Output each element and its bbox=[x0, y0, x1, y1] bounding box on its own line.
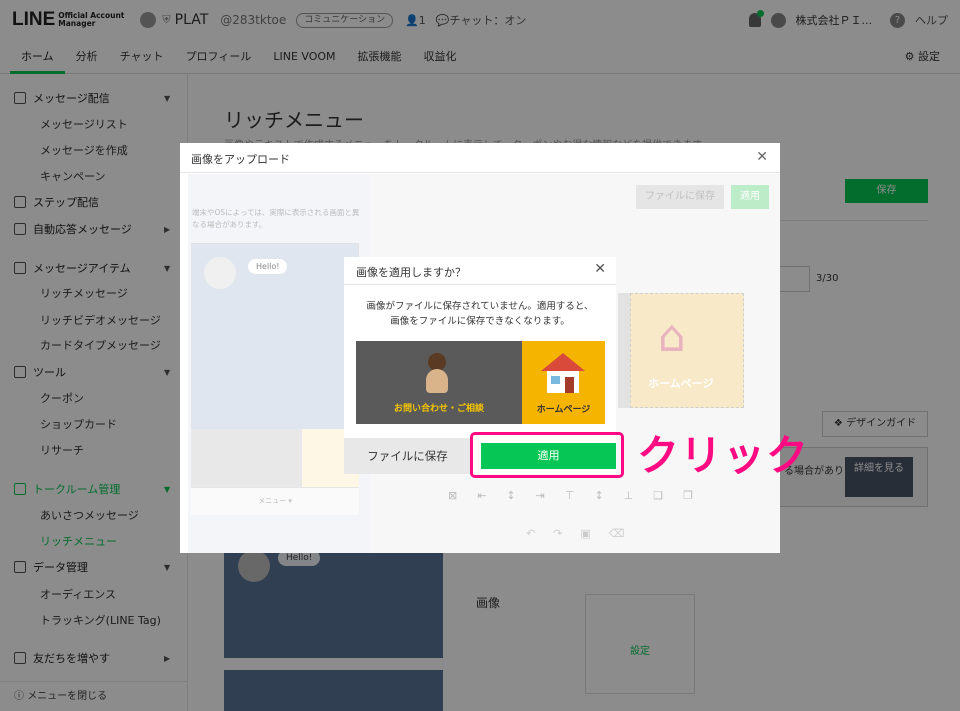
click-annotation-text: クリック bbox=[637, 431, 810, 480]
upload-preview-menu-caption[interactable]: メニュー ▾ bbox=[191, 487, 359, 515]
editor-history-toolbar[interactable]: ↶↷▣⌫ bbox=[526, 527, 642, 540]
homepage-label: ホームページ bbox=[536, 405, 591, 415]
upload-preview-avatar bbox=[204, 257, 236, 289]
house-icon bbox=[541, 353, 585, 393]
upload-modal-header: 画像をアップロード ✕ bbox=[180, 143, 780, 173]
close-icon[interactable]: ✕ bbox=[594, 261, 606, 277]
upload-preview-richmenu-left bbox=[191, 429, 302, 487]
editor-align-toolbar[interactable]: ⊠⇤↕⇥⊤↕⊥❏❐ bbox=[448, 489, 713, 502]
operator-body bbox=[426, 369, 448, 393]
upload-save-file-button[interactable]: ファイルに保存 bbox=[636, 185, 724, 209]
upload-preview-note: 端末やOSによっては、実際に表示される画面と異なる場合があります。 bbox=[192, 208, 360, 229]
confirm-title: 画像を適用しますか？ bbox=[356, 266, 466, 279]
house-door bbox=[565, 377, 574, 393]
house-roof bbox=[541, 353, 585, 371]
upload-preview-hello: Hello! bbox=[248, 259, 288, 274]
click-highlight-box bbox=[470, 432, 624, 478]
editor-canvas-label: ホームページ bbox=[648, 377, 714, 390]
inquiry-label: お問い合わせ・ご相談 bbox=[393, 404, 484, 414]
confirm-header: 画像を適用しますか？ ✕ bbox=[344, 257, 616, 285]
upload-modal-title: 画像をアップロード bbox=[191, 153, 290, 166]
house-icon: ⌂ bbox=[658, 311, 686, 362]
upload-apply-button[interactable]: 適用 bbox=[731, 185, 769, 209]
house-window bbox=[551, 376, 560, 384]
confirm-message: 画像がファイルに保存されていません。適用すると、 画像をファイルに保存できなくなり… bbox=[366, 301, 594, 327]
close-icon[interactable]: ✕ bbox=[756, 149, 768, 165]
confirm-save-file-button[interactable]: ファイルに保存 bbox=[344, 438, 471, 474]
